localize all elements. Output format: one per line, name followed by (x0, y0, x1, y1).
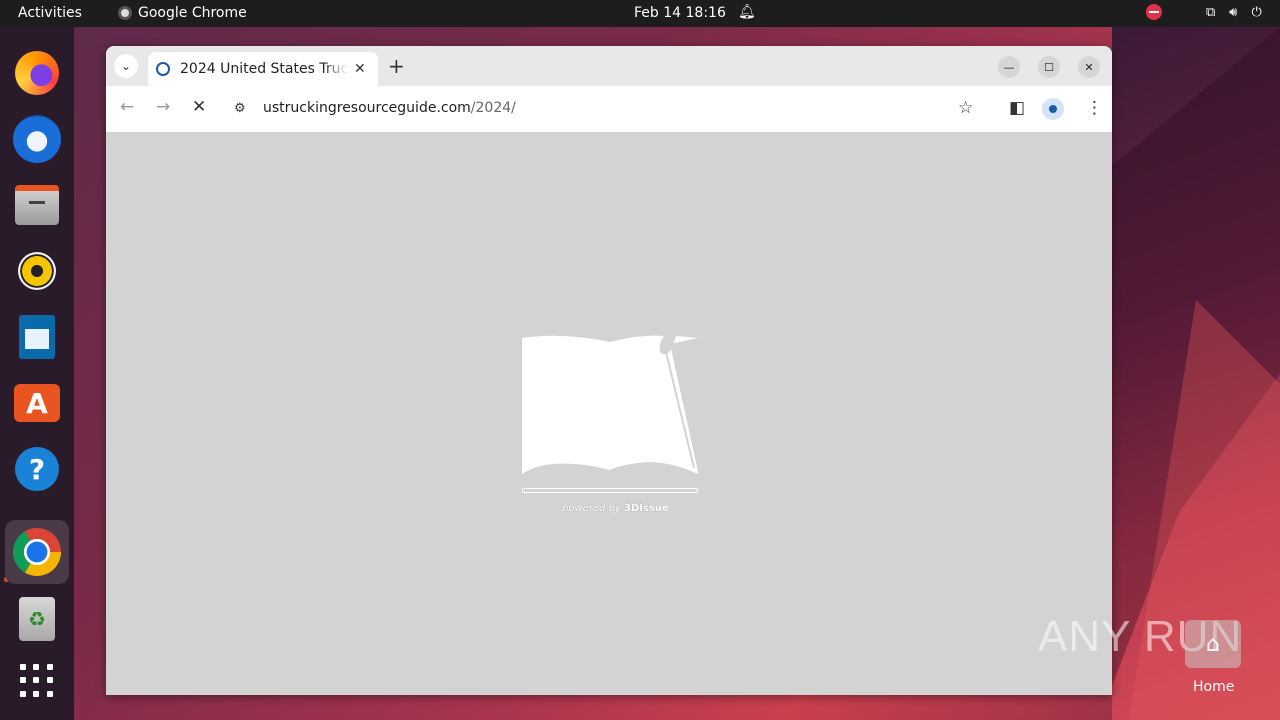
close-window-button[interactable]: ✕ (1078, 56, 1100, 78)
do-not-disturb-icon (1146, 4, 1162, 20)
dock-firefox[interactable] (5, 41, 69, 105)
tab-title: 2024 United States Trucking (180, 61, 348, 77)
dock-rhythmbox[interactable] (5, 239, 69, 303)
close-tab-icon[interactable]: ✕ (354, 61, 366, 77)
app-name: Google Chrome (138, 5, 247, 21)
open-book-logo-icon (522, 335, 698, 474)
dock-files[interactable] (5, 173, 69, 237)
firefox-icon (15, 51, 59, 95)
page-content: powered by 3DIssue (106, 132, 1112, 695)
browser-toolbar: ← → ✕ ⚙ ustruckingresourceguide.com/2024… (106, 86, 1112, 132)
dock-help[interactable]: ? (5, 437, 69, 501)
powered-by-label: powered by 3DIssue (562, 503, 669, 514)
thunderbird-icon (13, 115, 61, 163)
stop-loading-button[interactable]: ✕ (192, 97, 206, 117)
dock: A ? ♻ (0, 27, 74, 720)
chrome-window: ⌄ 2024 United States Trucking ✕ + — ☐ ✕ … (106, 46, 1112, 695)
side-panel-icon[interactable]: ◧ (1009, 98, 1025, 118)
trash-icon: ♻ (19, 597, 55, 641)
address-bar[interactable]: ustruckingresourceguide.com/2024/ (263, 100, 516, 116)
loading-progress-bar (522, 488, 698, 493)
powered-brand: 3DIssue (624, 503, 669, 514)
files-icon (15, 185, 59, 225)
tab-strip: ⌄ 2024 United States Trucking ✕ + — ☐ ✕ (106, 46, 1112, 86)
rhythmbox-icon (18, 252, 56, 290)
bell-icon[interactable]: 🔔︎ (738, 4, 756, 20)
dock-trash[interactable]: ♻ (5, 587, 69, 651)
new-tab-button[interactable]: + (388, 54, 405, 78)
network-icon: ⧉ (1206, 4, 1216, 20)
site-info-icon[interactable]: ⚙ (234, 101, 246, 116)
dock-show-apps[interactable] (5, 649, 69, 713)
home-label: Home (1193, 679, 1235, 695)
minimize-button[interactable]: — (998, 56, 1020, 78)
clock[interactable]: Feb 14 18:16 (634, 5, 726, 21)
libreoffice-impress-icon (19, 315, 55, 359)
menu-kebab-icon[interactable]: ⋮ (1086, 98, 1103, 118)
chrome-icon (13, 528, 61, 576)
chevron-down-icon: ⌄ (120, 59, 132, 73)
forward-button[interactable]: → (156, 97, 170, 117)
help-icon: ? (15, 447, 59, 491)
dock-app-center[interactable]: A (5, 371, 69, 435)
back-button[interactable]: ← (120, 97, 134, 117)
url-path: /2024/ (470, 100, 516, 116)
loading-favicon-icon (156, 62, 170, 76)
maximize-button[interactable]: ☐ (1038, 56, 1060, 78)
app-menu[interactable]: Google Chrome (118, 5, 247, 21)
profile-button[interactable] (1042, 98, 1064, 120)
dock-thunderbird[interactable] (5, 107, 69, 171)
activities-button[interactable]: Activities (18, 5, 82, 21)
chrome-app-icon (118, 6, 132, 20)
top-bar: Activities Google Chrome Feb 14 18:16 🔔︎… (0, 0, 1280, 27)
profile-avatar-icon (1049, 105, 1057, 113)
tab-search-button[interactable]: ⌄ (114, 54, 138, 78)
home-folder-icon[interactable]: ⌂ (1185, 620, 1241, 668)
dock-libreoffice[interactable] (5, 305, 69, 369)
show-apps-icon (20, 664, 54, 698)
bookmark-star-icon[interactable]: ☆ (958, 98, 973, 118)
url-host: ustruckingresourceguide.com (263, 100, 471, 116)
powered-prefix: powered by (562, 503, 625, 514)
dock-chrome[interactable] (5, 520, 69, 584)
power-icon: ⏻ (1251, 4, 1262, 20)
app-center-icon: A (14, 384, 60, 422)
volume-icon: 🔊︎ (1229, 4, 1238, 20)
system-tray[interactable]: ⧉ 🔊︎ ⏻ (1146, 4, 1262, 20)
active-tab[interactable]: 2024 United States Trucking ✕ (148, 52, 378, 86)
